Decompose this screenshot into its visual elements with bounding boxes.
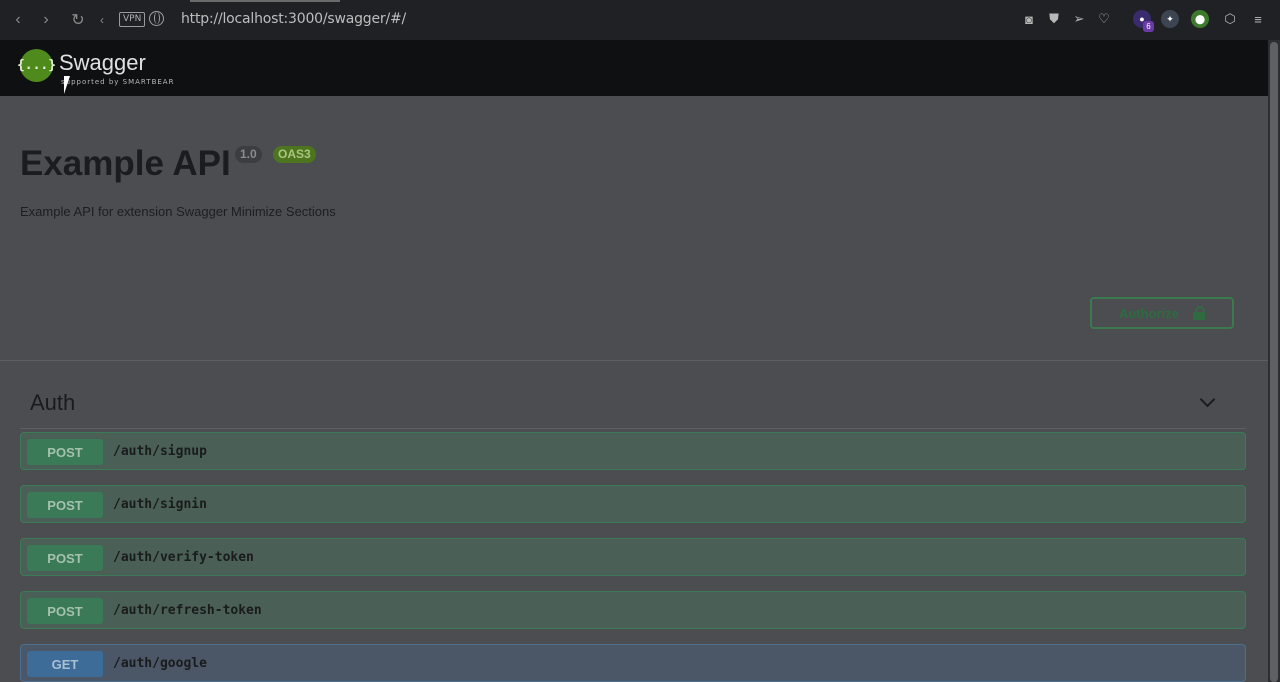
authorize-button[interactable]: Authorize (1090, 297, 1234, 329)
home-icon[interactable]: ‹ (92, 10, 112, 30)
active-tab-indicator (190, 0, 340, 2)
reload-icon[interactable]: ↻ (68, 10, 88, 30)
vpn-button[interactable]: VPN (119, 12, 146, 27)
swagger-logo-icon[interactable]: {...} (17, 49, 56, 82)
operation-get-auth-google[interactable]: GET /auth/google (20, 644, 1246, 682)
operation-path: /auth/signup (113, 444, 207, 459)
chevron-down-icon[interactable] (1199, 391, 1216, 408)
swagger-topbar: {...} Swagger supported by SMARTBEAR (0, 40, 1268, 96)
operation-path: /auth/verify-token (113, 550, 254, 565)
method-badge: POST (27, 439, 103, 465)
globe-icon (149, 11, 164, 26)
operation-post-auth-signup[interactable]: POST /auth/signup (20, 432, 1246, 470)
cube-icon[interactable]: ⬡ (1221, 10, 1239, 28)
extension-badge: 6 (1143, 21, 1154, 32)
mouse-cursor-icon (64, 76, 70, 94)
operation-post-auth-refresh-token[interactable]: POST /auth/refresh-token (20, 591, 1246, 629)
operation-path: /auth/google (113, 656, 207, 671)
operation-path: /auth/signin (113, 497, 207, 512)
version-badge: 1.0 (235, 146, 262, 163)
divider (0, 360, 1268, 361)
heart-icon[interactable]: ♡ (1095, 10, 1113, 28)
lock-icon (1192, 306, 1205, 320)
scrollbar[interactable] (1268, 40, 1280, 682)
section-title[interactable]: Auth (30, 390, 75, 416)
back-icon[interactable]: ‹ (8, 10, 28, 30)
method-badge: POST (27, 545, 103, 571)
authorize-label: Authorize (1119, 305, 1179, 321)
operation-post-auth-signin[interactable]: POST /auth/signin (20, 485, 1246, 523)
scrollbar-thumb[interactable] (1270, 42, 1278, 682)
logo-subtitle: supported by SMARTBEAR (61, 78, 175, 86)
menu-icon[interactable]: ≡ (1249, 10, 1267, 28)
oas-badge: OAS3 (273, 146, 316, 163)
address-bar[interactable]: http://localhost:3000/swagger/#/ (181, 11, 406, 27)
forward-icon[interactable]: › (36, 10, 56, 30)
method-badge: POST (27, 598, 103, 624)
section-divider (20, 428, 1246, 429)
logo-text[interactable]: Swagger (59, 50, 146, 76)
extension-gray-icon[interactable]: ✦ (1161, 10, 1179, 28)
operation-path: /auth/refresh-token (113, 603, 262, 618)
operation-post-auth-verify-token[interactable]: POST /auth/verify-token (20, 538, 1246, 576)
extension-green-icon[interactable]: ⬤ (1191, 10, 1209, 28)
api-description: Example API for extension Swagger Minimi… (20, 204, 336, 219)
send-icon[interactable]: ➢ (1070, 10, 1088, 28)
camera-icon[interactable]: ◙ (1020, 10, 1038, 28)
shield-icon[interactable]: ⛊ (1045, 10, 1063, 28)
main-content: Example API 1.0 OAS3 Example API for ext… (0, 96, 1268, 682)
browser-toolbar: ‹ › ↻ ‹ VPN http://localhost:3000/swagge… (0, 0, 1280, 40)
page-title: Example API (20, 144, 231, 183)
method-badge: GET (27, 651, 103, 677)
method-badge: POST (27, 492, 103, 518)
